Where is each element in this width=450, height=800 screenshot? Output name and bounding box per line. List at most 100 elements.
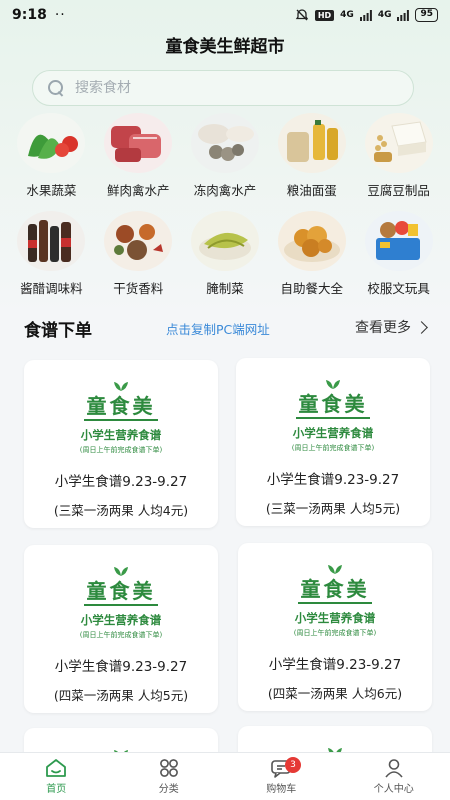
spice-image <box>103 210 173 272</box>
tab-label: 分类 <box>158 784 179 795</box>
recipe-logo: 童食美 小学生营养食谱 (周日上午前完成食谱下单) <box>236 374 430 453</box>
status-time: 9:18 <box>12 7 47 23</box>
search-input[interactable] <box>75 80 395 96</box>
signal-icon-2: 4G <box>377 10 392 20</box>
see-more-link[interactable]: 查看更多 <box>355 317 428 337</box>
chevron-right-icon <box>415 320 428 334</box>
fruit-veg-image <box>16 112 86 174</box>
page-title: 童食美生鲜超市 <box>165 37 285 57</box>
category-pickle[interactable]: 腌制菜 <box>182 210 269 302</box>
category-grain-oil[interactable]: 粮油面蛋 <box>268 112 355 204</box>
recipe-card[interactable]: 童食美 小学生营养食谱 (周日上午前完成食谱下单) 小学生食谱9.23-9.27… <box>24 360 218 528</box>
sauce-image <box>16 210 86 272</box>
leaf-icon <box>328 565 342 574</box>
recipe-logo: 童食美 小学生营养食谱 (周日上午前完成食谱下单) <box>24 561 218 640</box>
recipe-title: 小学生食谱9.23-9.27 <box>266 472 400 488</box>
tab-label: 购物车 <box>266 784 297 795</box>
category-label: 自助餐大全 <box>280 281 344 296</box>
category-label: 水果蔬菜 <box>26 183 77 198</box>
brand-underline <box>296 417 370 419</box>
category-label: 校服文玩具 <box>367 281 430 296</box>
category-buffet[interactable]: 自助餐大全 <box>268 210 355 302</box>
recipe-description: (三菜一汤两果 人均5元) <box>265 501 401 516</box>
grain-oil-image <box>277 112 347 174</box>
category-frozen-meat[interactable]: 冻肉禽水产 <box>182 112 269 204</box>
category-icon <box>159 759 178 777</box>
recipe-note: (周日上午前完成食谱下单) <box>293 629 377 637</box>
brand-underline <box>298 602 372 604</box>
category-tofu[interactable]: 豆腐豆制品 <box>355 112 442 204</box>
recipe-logo: 童食美 小学生营养食谱 (周日上午前完成食谱下单) <box>24 376 218 455</box>
category-label: 粮油面蛋 <box>286 183 337 198</box>
tab-label: 个人中心 <box>373 784 414 795</box>
recipe-title: 小学生食谱9.23-9.27 <box>54 474 188 490</box>
signal-bars-icon <box>359 9 372 21</box>
recipe-logo: 童食美 小学生营养食谱 (周日上午前完成食谱下单) <box>238 559 432 638</box>
category-label: 鲜肉禽水产 <box>106 183 170 198</box>
search-bar[interactable] <box>32 70 414 106</box>
fresh-meat-image <box>103 112 173 174</box>
app-screen: 9:18 ·· HD 4G 4G 95 童食美生鲜超市 水果蔬菜 <box>0 0 450 800</box>
status-bar: 9:18 ·· HD 4G 4G 95 <box>0 0 450 30</box>
category-spice[interactable]: 干货香料 <box>95 210 182 302</box>
category-label: 豆腐豆制品 <box>367 183 430 198</box>
tab-home[interactable]: 首页 <box>0 753 113 800</box>
recipe-card[interactable]: 童食美 小学生营养食谱 (周日上午前完成食谱下单) 小学生食谱9.23-9.27… <box>236 358 430 526</box>
frozen-meat-image <box>190 112 260 174</box>
tab-label: 首页 <box>46 784 67 795</box>
signal-icon: 4G <box>340 10 354 20</box>
copy-pc-url-link[interactable]: 点击复制PC端网址 <box>166 319 270 338</box>
leaf-icon <box>326 380 340 389</box>
recipe-note: (周日上午前完成食谱下单) <box>291 444 375 452</box>
buffet-image <box>277 210 347 272</box>
recipe-card[interactable]: 童食美 小学生营养食谱 (周日上午前完成食谱下单) 小学生食谱9.23-9.27… <box>238 543 432 711</box>
brand-name: 童食美 <box>298 392 368 416</box>
user-icon <box>385 759 403 778</box>
category-label: 冻肉禽水产 <box>193 183 257 198</box>
battery-indicator: 95 <box>415 8 438 22</box>
category-grid: 水果蔬菜 鲜肉禽水产 冻肉禽水产 粮油面蛋 豆腐豆制品 酱醋调味料 干货香料 腌… <box>8 112 442 302</box>
mute-icon <box>295 9 309 21</box>
bottom-tab-bar: 首页 分类 3 购物车 个人中心 <box>0 752 450 800</box>
category-fresh-meat[interactable]: 鲜肉禽水产 <box>95 112 182 204</box>
recipe-section-header: 食谱下单 点击复制PC端网址 查看更多 <box>0 312 450 342</box>
recipe-subtitle: 小学生营养食谱 <box>292 426 374 440</box>
leaf-icon <box>114 567 128 576</box>
status-icons: HD 4G 4G 95 <box>295 8 438 22</box>
status-dots: ·· <box>54 7 66 23</box>
category-label: 腌制菜 <box>206 281 244 296</box>
tab-category[interactable]: 分类 <box>113 753 226 800</box>
search-icon <box>47 79 65 97</box>
recipe-subtitle: 小学生营养食谱 <box>294 611 376 625</box>
category-fruit-veg[interactable]: 水果蔬菜 <box>8 112 95 204</box>
see-more-label: 查看更多 <box>355 320 411 336</box>
recipe-description: (四菜一汤两果 人均6元) <box>267 686 403 701</box>
category-label: 干货香料 <box>113 281 164 296</box>
category-label: 酱醋调味料 <box>20 281 83 296</box>
pickle-image <box>190 210 260 272</box>
brand-underline <box>84 419 158 421</box>
brand-underline <box>84 604 158 606</box>
recipe-title: 小学生食谱9.23-9.27 <box>54 659 188 675</box>
brand-name: 童食美 <box>86 394 156 418</box>
category-sauce[interactable]: 酱醋调味料 <box>8 210 95 302</box>
signal-bars-icon-2 <box>397 9 410 21</box>
brand-name: 童食美 <box>86 579 156 603</box>
hd-badge: HD <box>314 9 335 21</box>
tab-profile[interactable]: 个人中心 <box>338 753 450 800</box>
category-uniform-toy[interactable]: 校服文玩具 <box>355 210 442 302</box>
recipe-note: (周日上午前完成食谱下单) <box>79 446 163 454</box>
recipe-subtitle: 小学生营养食谱 <box>80 613 162 627</box>
recipe-description: (四菜一汤两果 人均5元) <box>53 688 189 703</box>
home-icon <box>46 759 67 777</box>
section-title: 食谱下单 <box>24 321 92 341</box>
recipe-title: 小学生食谱9.23-9.27 <box>268 657 402 673</box>
recipe-subtitle: 小学生营养食谱 <box>80 428 162 442</box>
recipe-card[interactable]: 童食美 小学生营养食谱 (周日上午前完成食谱下单) 小学生食谱9.23-9.27… <box>24 545 218 713</box>
recipe-description: (三菜一汤两果 人均4元) <box>53 503 189 518</box>
tofu-image <box>364 112 434 174</box>
leaf-icon <box>114 382 128 391</box>
tab-cart[interactable]: 3 购物车 <box>225 753 338 800</box>
brand-name: 童食美 <box>300 577 370 601</box>
uniform-toy-image <box>364 210 434 272</box>
